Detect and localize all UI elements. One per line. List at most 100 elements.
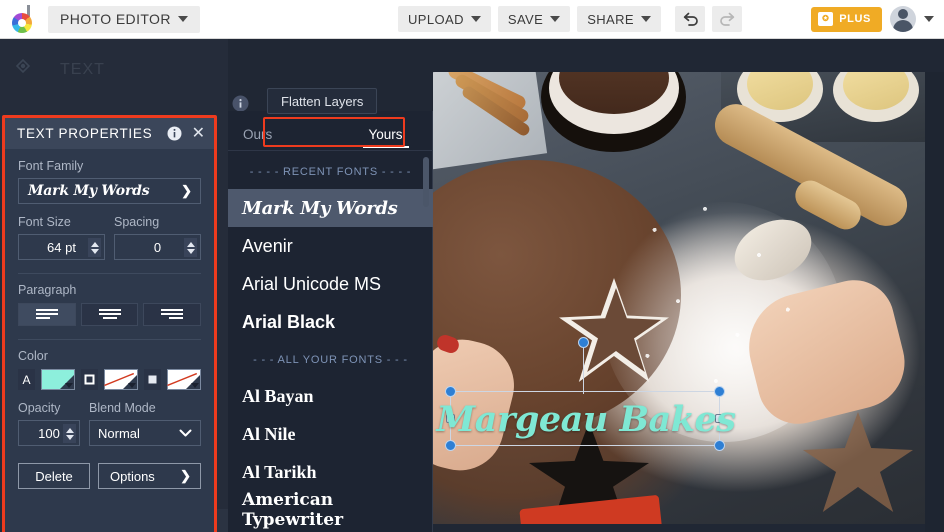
svg-text:A: A [22, 373, 30, 386]
rotate-handle[interactable] [578, 337, 589, 348]
font-source-tabs: Ours Yours [228, 119, 433, 149]
canvas-text-layer[interactable]: Margeau Bakes [437, 393, 736, 445]
upload-button[interactable]: UPLOAD [398, 6, 491, 32]
color-controls: A [18, 369, 201, 390]
chevron-down-icon[interactable] [924, 16, 934, 22]
blend-mode-group: Blend Mode Normal [89, 401, 201, 446]
align-center-icon [98, 309, 121, 319]
flatten-layers-button[interactable]: Flatten Layers [267, 88, 378, 114]
share-label: SHARE [587, 11, 634, 27]
plus-upgrade-button[interactable]: PLUS [811, 6, 882, 32]
font-item-arial-unicode-ms[interactable]: Arial Unicode MS [228, 265, 433, 303]
delete-button[interactable]: Delete [18, 463, 90, 489]
opacity-input[interactable]: 100 [18, 420, 80, 446]
blend-mode-select[interactable]: Normal [89, 420, 201, 446]
save-button[interactable]: SAVE [497, 6, 571, 32]
size-spacing-row: Font Size 64 pt Spacing 0 [18, 215, 201, 260]
workspace: TEXT Margeau Bakes Ours Yours - - - - RE… [0, 39, 944, 532]
blend-mode-label: Blend Mode [89, 401, 156, 415]
photo-editor-app: PHOTO EDITOR UPLOAD SAVE SHARE PLUS TEXT… [0, 0, 944, 532]
chevron-down-icon [470, 16, 481, 22]
info-circle-icon[interactable] [167, 126, 182, 141]
letter-a-icon[interactable]: A [18, 369, 35, 390]
align-left-button[interactable] [18, 303, 76, 326]
redo-button[interactable] [712, 6, 742, 32]
arrow-up-icon [90, 241, 99, 247]
toolbar-center-group: UPLOAD SAVE SHARE [398, 6, 742, 32]
font-family-value: Mark My Words [28, 183, 150, 199]
toolbar-right-group: PLUS [811, 6, 934, 32]
image-canvas[interactable] [433, 72, 925, 524]
close-icon[interactable]: ✕ [192, 125, 205, 142]
font-size-input[interactable]: 64 pt [18, 234, 105, 260]
font-item-al-nile[interactable]: Al Nile [228, 415, 433, 453]
undo-arrow-icon [683, 12, 698, 26]
spacing-group: Spacing 0 [114, 215, 201, 260]
chevron-down-icon [179, 429, 192, 436]
font-item-avenir[interactable]: Avenir [228, 227, 433, 265]
save-label: SAVE [507, 11, 544, 27]
font-item-al-bayan[interactable]: Al Bayan [228, 377, 433, 415]
font-family-select[interactable]: Mark My Words ❯ [18, 178, 201, 204]
chevron-down-icon [177, 16, 188, 22]
align-left-icon [35, 309, 58, 319]
chevron-right-icon: ❯ [181, 183, 192, 198]
opacity-stepper-arrows[interactable] [63, 424, 76, 443]
font-size-label: Font Size [18, 215, 71, 229]
opacity-group: Opacity 100 [18, 401, 80, 446]
plus-label: PLUS [839, 13, 871, 25]
eye-shape-icon[interactable] [14, 57, 40, 75]
redo-arrow-icon [719, 12, 734, 26]
canvas-right-gutter [925, 72, 944, 532]
chevron-right-icon: ❯ [180, 468, 191, 483]
plus-badge-icon [818, 12, 834, 26]
text-color-swatch[interactable] [40, 369, 75, 390]
color-label: Color [18, 349, 48, 363]
font-size-stepper-arrows[interactable] [88, 238, 101, 257]
paragraph-align-group [18, 303, 202, 326]
opacity-value: 100 [38, 425, 60, 441]
font-size-group: Font Size 64 pt [18, 215, 105, 260]
tab-ours[interactable]: Ours [228, 119, 338, 149]
rail-text-label: TEXT [60, 61, 105, 78]
spacing-input[interactable]: 0 [114, 234, 201, 260]
color-wheel-logo-icon [10, 5, 36, 33]
arrow-down-icon [65, 434, 74, 440]
text-properties-panel: TEXT PROPERTIES ✕ Font Family Mark My Wo… [5, 118, 214, 532]
font-item-al-tarikh[interactable]: Al Tarikh [228, 453, 433, 491]
align-right-icon [161, 309, 184, 319]
info-circle-icon[interactable] [232, 95, 249, 112]
filled-square-icon[interactable] [144, 369, 161, 390]
outline-square-icon[interactable] [81, 369, 98, 390]
panel-action-buttons: Delete Options ❯ [18, 463, 201, 489]
spacing-stepper-arrows[interactable] [184, 238, 197, 257]
arrow-down-icon [186, 248, 195, 254]
font-item-arial-black[interactable]: Arial Black [228, 303, 433, 341]
font-family-label: Font Family [18, 159, 84, 173]
font-list-scroll[interactable]: - - - - RECENT FONTS - - - - Mark My Wor… [228, 153, 433, 532]
spacing-label: Spacing [114, 215, 160, 229]
align-center-button[interactable] [80, 303, 139, 326]
photo-editor-menu-button[interactable]: PHOTO EDITOR [48, 5, 200, 33]
avatar[interactable] [890, 6, 916, 32]
blend-mode-value: Normal [98, 425, 140, 441]
opacity-blend-row: Opacity 100 Blend Mode Normal [18, 401, 201, 446]
share-button[interactable]: SHARE [577, 6, 661, 32]
chevron-down-icon [550, 16, 561, 22]
divider [18, 273, 201, 274]
app-logo[interactable] [0, 0, 46, 39]
options-button[interactable]: Options ❯ [98, 463, 201, 489]
font-list-scrollbar[interactable] [423, 157, 429, 207]
font-item-american-typewriter[interactable]: American Typewriter [228, 490, 433, 530]
outline-color-swatch[interactable] [103, 369, 138, 390]
tab-yours[interactable]: Yours [338, 119, 433, 149]
arrow-up-icon [65, 427, 74, 433]
divider [18, 339, 201, 340]
tab-divider [228, 150, 433, 151]
undo-button[interactable] [675, 6, 705, 32]
align-right-button[interactable] [143, 303, 202, 326]
arrow-down-icon [90, 248, 99, 254]
flatten-layers-label: Flatten Layers [281, 93, 364, 109]
shadow-color-swatch[interactable] [166, 369, 201, 390]
font-item-mark-my-words[interactable]: Mark My Words [228, 189, 433, 227]
